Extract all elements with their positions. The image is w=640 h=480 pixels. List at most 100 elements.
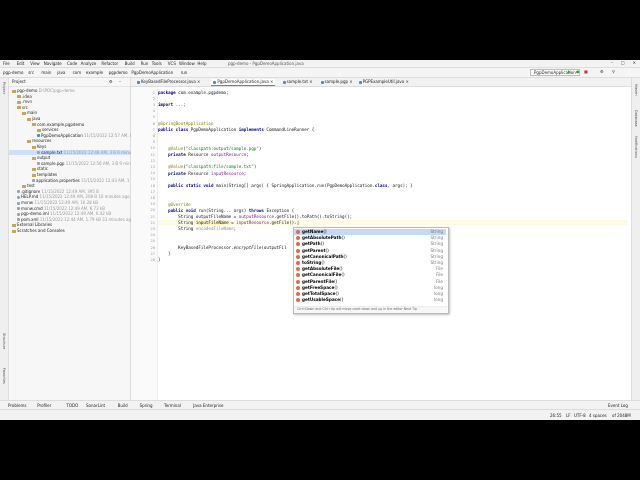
bottom-tab-spring[interactable]: Spring: [140, 403, 153, 408]
menu-item-vcs[interactable]: VCS: [168, 61, 176, 66]
event-log-button[interactable]: Event Log: [608, 403, 628, 408]
right-tab-notifications[interactable]: Notifications: [634, 136, 638, 158]
completion-item[interactable]: getFreeSpace() long: [294, 285, 446, 291]
bottom-tab-sonarlint[interactable]: SonarLint: [86, 403, 105, 408]
search-icon[interactable]: ⚲: [612, 69, 615, 74]
left-tab-project[interactable]: Project: [2, 82, 6, 94]
close-tab-icon[interactable]: ×: [404, 79, 409, 84]
tree-item[interactable]: .idea: [9, 94, 130, 99]
tree-item[interactable]: services: [9, 127, 130, 132]
tree-item[interactable]: static: [9, 166, 130, 171]
completion-item[interactable]: getUsableSpace() long: [294, 297, 446, 303]
completion-item[interactable]: getAbsolutePath() String: [294, 235, 446, 241]
tree-item[interactable]: .gitignore 11/15/2022 12:49 AM, 395 B: [9, 189, 130, 194]
bottom-tab-build[interactable]: Build: [118, 403, 128, 408]
close-tab-icon[interactable]: ×: [308, 79, 312, 84]
breadcrumb-item[interactable]: example: [86, 70, 103, 75]
tree-item[interactable]: HELP.md 11/15/2022 12:49 AM, 208 B 10 mi…: [9, 194, 130, 199]
menu-item-analyze[interactable]: Analyze: [81, 61, 97, 66]
file-encoding[interactable]: UTF-8: [574, 413, 586, 418]
tree-item[interactable]: src: [9, 105, 130, 110]
tree-item[interactable]: External Libraries: [9, 222, 130, 227]
tree-item[interactable]: pgp-demo D:\POC\pgp-demo: [9, 88, 130, 93]
close-tab-icon[interactable]: ×: [196, 79, 200, 84]
menu-item-help[interactable]: Help: [197, 61, 206, 66]
close-tab-icon[interactable]: ×: [348, 79, 352, 84]
menu-item-run[interactable]: Run: [141, 61, 149, 66]
tree-item[interactable]: sample.txt 11/15/2022 12:48 AM, 3 B 6 mi…: [9, 149, 146, 155]
debug-icon[interactable]: ●: [576, 69, 580, 74]
menu-item-edit[interactable]: Edit: [17, 61, 25, 66]
tree-item[interactable]: Scratches and Consoles: [9, 228, 130, 233]
breadcrumb-item[interactable]: com: [73, 70, 82, 75]
left-tab-favorites[interactable]: Favorites: [2, 368, 6, 384]
editor-tab[interactable]: KeyBasedFileProcessor.java ×: [135, 79, 202, 85]
bottom-tab-todo[interactable]: TODO: [66, 403, 78, 408]
menu-item-view[interactable]: View: [30, 61, 40, 66]
menu-item-code[interactable]: Code: [67, 61, 77, 66]
tree-item[interactable]: application.properties 11/15/2022 12:43 …: [9, 178, 157, 183]
completion-item[interactable]: getPath() String: [294, 241, 446, 247]
tree-item[interactable]: mvnw.cmd 11/15/2022 12:49 AM, 6.73 kB: [9, 206, 130, 211]
tree-item[interactable]: com.example.pgpdemo: [9, 122, 130, 127]
line-separator[interactable]: LF: [566, 413, 571, 418]
breadcrumb-item[interactable]: java: [57, 70, 65, 75]
breadcrumb-item[interactable]: pgpdemo: [109, 70, 128, 75]
right-tab-maven[interactable]: Maven: [634, 84, 638, 96]
run-icon[interactable]: ▶: [568, 69, 571, 74]
right-tab-database[interactable]: Database: [634, 110, 638, 127]
memory-indicator[interactable]: of 2048M: [612, 413, 631, 418]
bottom-tab-profiler[interactable]: Profiler: [37, 403, 51, 408]
menu-item-build[interactable]: Build: [125, 61, 135, 66]
stop-icon[interactable]: ■: [584, 69, 588, 74]
completion-item[interactable]: getTotalSpace() long: [294, 291, 446, 297]
tree-item[interactable]: main: [9, 110, 130, 115]
breadcrumb-item[interactable]: PgpDemoApplication: [131, 70, 173, 75]
completion-item[interactable]: getName() String: [294, 229, 446, 235]
breadcrumb-item[interactable]: src: [28, 70, 34, 75]
tree-item[interactable]: pom.xml 11/15/2022 12:44 AM, 1.79 kB 33 …: [9, 217, 133, 222]
left-tab-structure[interactable]: Structure: [2, 333, 6, 349]
breadcrumb-item[interactable]: pgp-demo: [3, 70, 23, 75]
breadcrumb-item[interactable]: main: [41, 70, 51, 75]
tree-item[interactable]: output: [9, 155, 130, 160]
maximize-icon[interactable]: □: [621, 60, 625, 65]
menu-item-navigate[interactable]: Navigate: [44, 61, 62, 66]
editor-tab[interactable]: sample.txt ×: [281, 79, 315, 85]
tree-item[interactable]: Keys: [9, 144, 130, 149]
tree-item[interactable]: resources: [9, 138, 130, 143]
tree-item[interactable]: mvnw 11/15/2022 12:49 AM, 10.28 kB: [9, 200, 130, 205]
settings-icon[interactable]: ⚙: [600, 69, 604, 74]
completion-item[interactable]: toString() String: [294, 260, 446, 266]
editor-tab[interactable]: PgpDemoApplication.java ×: [211, 79, 276, 86]
close-icon[interactable]: ✕: [633, 60, 636, 65]
completion-item[interactable]: getParentFile() File: [294, 279, 446, 285]
breadcrumb-item[interactable]: run: [181, 70, 188, 75]
code-completion-popup[interactable]: getName() String getAbsolutePath() String ge…: [293, 227, 449, 314]
tree-item[interactable]: templates: [9, 172, 130, 177]
gear-icon[interactable]: ⚙: [109, 79, 113, 84]
bottom-tab-problems[interactable]: Problems: [8, 403, 26, 408]
run-config-select[interactable]: PgpDemoApplication: [530, 69, 580, 76]
close-tab-icon[interactable]: ×: [269, 79, 273, 84]
completion-item[interactable]: getCanonicalFile() File: [294, 272, 446, 278]
indent-setting[interactable]: 4 spaces: [589, 413, 607, 418]
bottom-tab-terminal[interactable]: Terminal: [164, 403, 181, 408]
completion-item[interactable]: getParent() String: [294, 248, 446, 254]
tree-item[interactable]: test: [9, 183, 130, 188]
menu-item-window[interactable]: Window: [179, 61, 195, 66]
tree-item[interactable]: PgpDemoApplication 11/15/2022 12:57 AM, …: [9, 133, 142, 138]
menu-item-file[interactable]: File: [3, 61, 10, 66]
tree-item[interactable]: pgp-demo.iml 11/15/2022 12:49 AM, 6.42 k…: [9, 211, 130, 216]
menu-item-tools[interactable]: Tools: [152, 61, 162, 66]
editor-tab[interactable]: PGPExampleUtil.java ×: [357, 79, 411, 85]
project-title[interactable]: Project: [12, 79, 26, 84]
bottom-tab-java-enterprise[interactable]: Java Enterprise: [193, 403, 223, 408]
tree-item[interactable]: java: [9, 116, 130, 121]
completion-item[interactable]: getAbsoluteFile() File: [294, 266, 446, 272]
minimize-panel-icon[interactable]: –: [119, 79, 121, 84]
minimize-icon[interactable]: –: [611, 60, 613, 65]
tree-item[interactable]: .mvn: [9, 99, 130, 104]
completion-item[interactable]: getCanonicalPath() String: [294, 254, 446, 260]
menu-item-refactor[interactable]: Refactor: [101, 61, 118, 66]
